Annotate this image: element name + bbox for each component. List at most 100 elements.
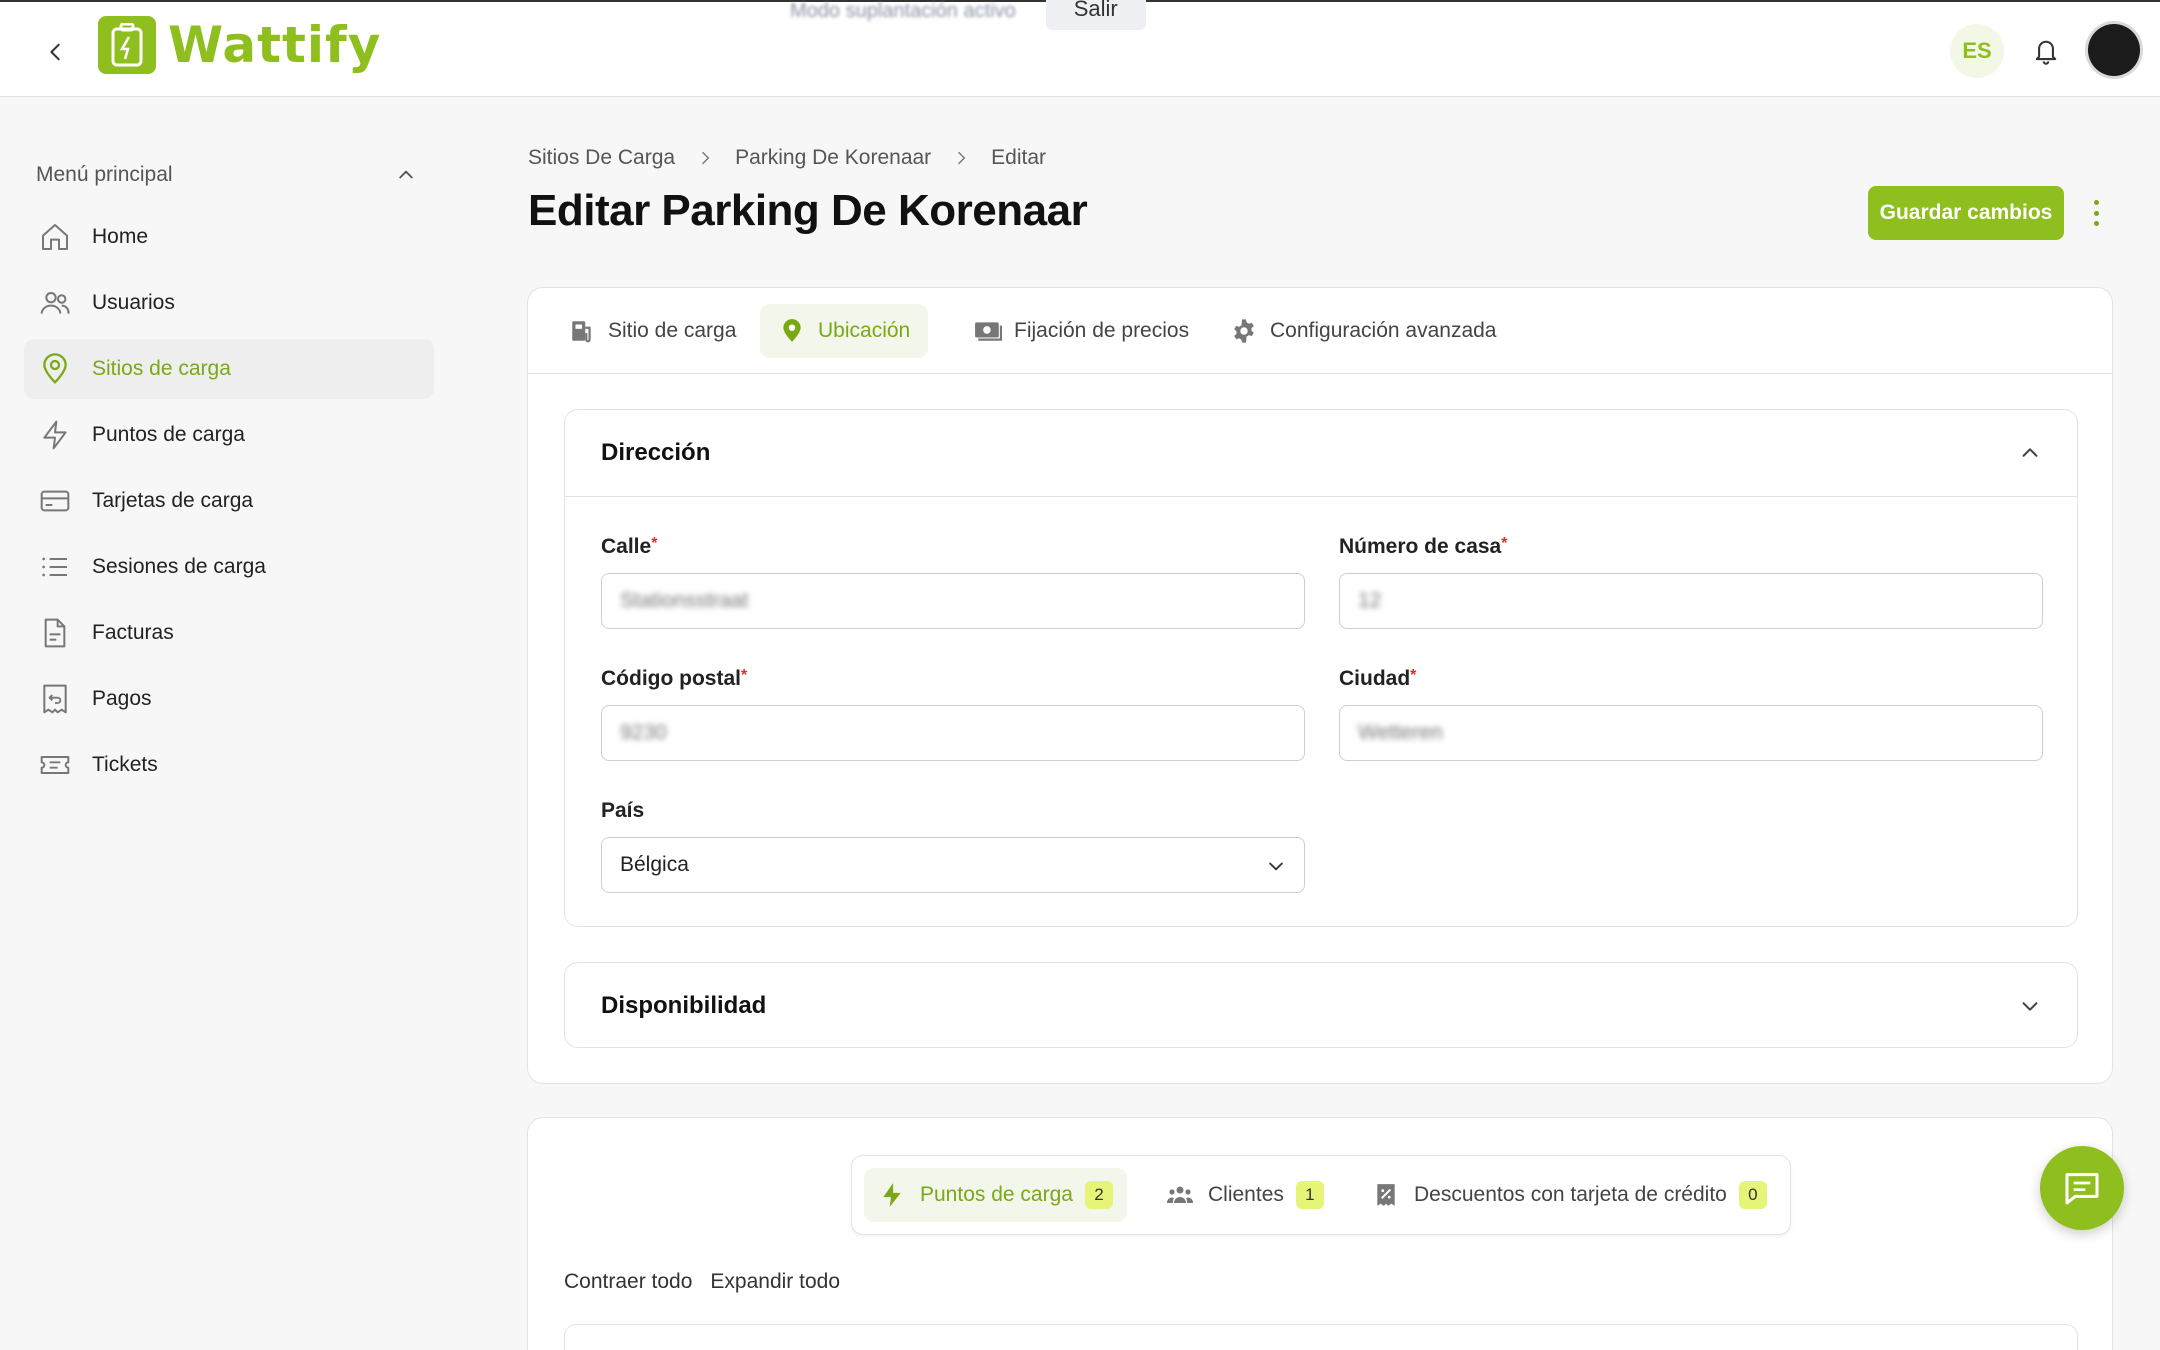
sidebar-item-label: Pagos: [92, 687, 152, 710]
save-changes-button[interactable]: Guardar cambios: [1868, 186, 2064, 240]
sidebar-item-label: Puntos de carga: [92, 423, 245, 446]
subtab-label: Descuentos con tarjeta de crédito: [1414, 1183, 1727, 1206]
tab-label: Configuración avanzada: [1270, 319, 1497, 342]
money-icon: [974, 317, 1002, 345]
lightning-icon: [38, 418, 72, 452]
menu-header[interactable]: Menú principal: [36, 163, 416, 187]
house-number-value: 12: [1358, 589, 1382, 612]
tab-configuracion-avanzada[interactable]: Configuración avanzada: [1212, 304, 1515, 358]
subtab-label: Clientes: [1208, 1183, 1284, 1206]
country-select[interactable]: Bélgica: [601, 837, 1305, 893]
subtab-clientes[interactable]: Clientes 1: [1152, 1168, 1338, 1222]
street-input[interactable]: Stationsstraat: [601, 573, 1305, 629]
sidebar-item-label: Home: [92, 225, 149, 248]
address-section-body: Calle* Stationsstraat Número de casa* 12…: [565, 496, 2077, 926]
address-section: Dirección Calle* Stationsstraat Número d…: [564, 409, 2078, 927]
battery-logo-icon: [98, 16, 156, 74]
subtab-bar: Puntos de carga 2 Clientes 1 Descuentos …: [851, 1155, 1791, 1235]
subtab-puntos-de-carga[interactable]: Puntos de carga 2: [864, 1168, 1127, 1222]
tab-sitio-de-carga[interactable]: Sitio de carga: [550, 304, 754, 358]
collapse-all-button[interactable]: Contraer todo: [564, 1270, 692, 1294]
chevron-down-icon: [1269, 862, 1283, 871]
tab-bar: Sitio de carga Ubicación Fijación de pre…: [528, 288, 2112, 374]
edit-card: Sitio de carga Ubicación Fijación de pre…: [527, 287, 2113, 1084]
notifications-button[interactable]: [2028, 32, 2064, 70]
breadcrumb-item[interactable]: Sitios De Carga: [528, 146, 675, 170]
exit-button[interactable]: Salir: [1045, 0, 1146, 30]
menu-list: Home Usuarios Sitios de carga Puntos de …: [24, 207, 434, 801]
sidebar-item-tarjetas-de-carga[interactable]: Tarjetas de carga: [24, 471, 434, 531]
sidebar-item-pagos[interactable]: Pagos: [24, 669, 434, 729]
sidebar-item-label: Tickets: [92, 753, 158, 776]
country-value: Bélgica: [620, 853, 689, 876]
sidebar-item-sitios-de-carga[interactable]: Sitios de carga: [24, 339, 434, 399]
page-title: Editar Parking De Korenaar: [528, 186, 1088, 235]
sidebar-item-label: Usuarios: [92, 291, 175, 314]
app-logo[interactable]: Wattify: [98, 16, 381, 74]
chevron-right-icon: [702, 151, 710, 165]
tab-fijacion-de-precios[interactable]: Fijación de precios: [956, 304, 1207, 358]
section-title: Dirección: [601, 439, 711, 466]
breadcrumb-item[interactable]: Parking De Korenaar: [735, 146, 931, 170]
expand-all-button[interactable]: Expandir todo: [710, 1270, 840, 1294]
back-button[interactable]: [36, 32, 76, 72]
house-number-label: Número de casa*: [1339, 535, 1508, 558]
users-group-icon: [1166, 1181, 1194, 1209]
sidebar-item-facturas[interactable]: Facturas: [24, 603, 434, 663]
sidebar-item-label: Tarjetas de carga: [92, 489, 254, 512]
count-badge: 0: [1738, 1181, 1767, 1209]
sidebar-item-label: Sitios de carga: [92, 357, 231, 380]
card-icon: [38, 484, 72, 518]
street-value: Stationsstraat: [620, 589, 749, 612]
postal-code-input[interactable]: 9230: [601, 705, 1305, 761]
chevron-up-icon: [2022, 448, 2038, 457]
collapse-controls: Contraer todo Expandir todo: [564, 1270, 840, 1294]
chevron-down-icon: [2022, 1002, 2038, 1011]
availability-section: Disponibilidad: [564, 962, 2078, 1048]
count-badge: 2: [1084, 1181, 1113, 1209]
more-options-icon[interactable]: [2084, 196, 2108, 230]
sidebar-item-home[interactable]: Home: [24, 207, 434, 267]
address-section-header[interactable]: Dirección: [565, 410, 2077, 496]
breadcrumb-current: Editar: [991, 146, 1047, 169]
discount-icon: [1372, 1181, 1400, 1209]
tab-label: Sitio de carga: [608, 319, 737, 342]
sidebar-item-tickets[interactable]: Tickets: [24, 735, 434, 795]
location-icon: [778, 317, 806, 345]
availability-section-header[interactable]: Disponibilidad: [565, 963, 2077, 1049]
banner-text: Modo suplantación activo: [790, 0, 1016, 22]
tab-ubicacion[interactable]: Ubicación: [760, 304, 929, 358]
sidebar-item-label: Sesiones de carga: [92, 555, 266, 578]
sidebar-item-label: Facturas: [92, 621, 174, 644]
sidebar-item-usuarios[interactable]: Usuarios: [24, 273, 434, 333]
subtab-descuentos[interactable]: Descuentos con tarjeta de crédito 0: [1358, 1168, 1781, 1222]
chevron-up-icon: [399, 170, 413, 179]
city-label: Ciudad*: [1339, 667, 1417, 690]
city-input[interactable]: Wetteren: [1339, 705, 2043, 761]
charge-point-list: [564, 1324, 2078, 1350]
house-number-input[interactable]: 12: [1339, 573, 2043, 629]
impersonation-banner: Modo suplantación activo Salir: [790, 0, 1146, 30]
home-icon: [38, 220, 72, 254]
chat-button[interactable]: [2040, 1146, 2124, 1230]
country-label: País: [601, 799, 645, 822]
count-badge: 1: [1295, 1181, 1324, 1209]
receipt-icon: [38, 682, 72, 716]
chat-icon: [2065, 1173, 2099, 1205]
lightning-icon: [878, 1181, 906, 1209]
app-name: Wattify: [168, 16, 382, 74]
user-avatar[interactable]: [2088, 24, 2140, 76]
document-icon: [38, 616, 72, 650]
language-switcher[interactable]: ES: [1950, 24, 2004, 78]
gear-icon: [1230, 317, 1258, 345]
city-value: Wetteren: [1358, 721, 1443, 744]
subtab-label: Puntos de carga: [920, 1183, 1073, 1206]
sidebar-item-puntos-de-carga[interactable]: Puntos de carga: [24, 405, 434, 465]
street-label: Calle*: [601, 535, 658, 558]
menu-title: Menú principal: [36, 163, 173, 186]
tab-label: Ubicación: [818, 319, 911, 342]
sidebar-item-sesiones-de-carga[interactable]: Sesiones de carga: [24, 537, 434, 597]
related-items-card: Puntos de carga 2 Clientes 1 Descuentos …: [527, 1117, 2113, 1350]
map-pin-icon: [38, 352, 72, 386]
building-icon: [568, 317, 596, 345]
